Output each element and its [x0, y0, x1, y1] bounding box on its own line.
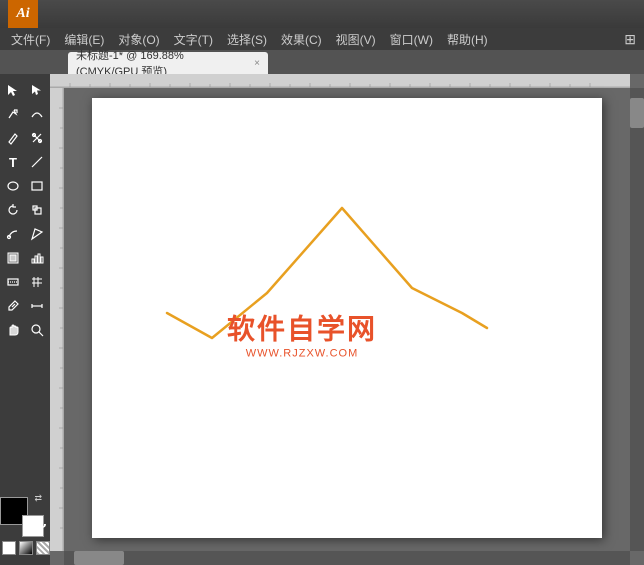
tool-row-6 — [1, 198, 49, 222]
curvature-tool[interactable] — [25, 102, 49, 126]
default-colors-icon[interactable] — [38, 517, 46, 531]
left-toolbar: T — [0, 74, 50, 565]
tool-row-3 — [1, 126, 49, 150]
warp-tool[interactable] — [1, 222, 25, 246]
scissors-tool[interactable] — [25, 126, 49, 150]
type-tool[interactable]: T — [1, 150, 25, 174]
menu-help[interactable]: 帮助(H) — [440, 28, 495, 50]
scrollbar-thumb-h[interactable] — [74, 551, 124, 565]
menu-file[interactable]: 文件(F) — [4, 28, 57, 50]
pen-tool[interactable] — [1, 102, 25, 126]
ellipse-tool[interactable] — [1, 174, 25, 198]
free-transform-tool[interactable] — [25, 222, 49, 246]
artboard: 软件自学网 WWW.RJZXW.COM — [92, 98, 602, 538]
tool-row-11 — [1, 318, 49, 342]
tool-row-2 — [1, 102, 49, 126]
horizontal-ruler — [50, 74, 630, 88]
menu-view[interactable]: 视图(V) — [329, 28, 383, 50]
tool-row-10 — [1, 294, 49, 318]
color-area: ⇄ — [0, 491, 54, 561]
vertical-ruler — [50, 88, 64, 551]
gradient-fill-btn[interactable] — [19, 541, 33, 555]
drawn-path — [167, 208, 487, 338]
rotate-tool[interactable] — [1, 198, 25, 222]
none-color-btn[interactable] — [2, 541, 16, 555]
hand-tool[interactable] — [1, 318, 25, 342]
scrollbar-thumb-v[interactable] — [630, 98, 644, 128]
pencil-tool[interactable] — [1, 126, 25, 150]
zoom-tool[interactable] — [25, 318, 49, 342]
tool-row-1 — [1, 78, 49, 102]
title-bar: Ai — [0, 0, 644, 28]
rectangle-tool[interactable] — [25, 174, 49, 198]
document-tab[interactable]: 未标题-1* @ 169.88% (CMYK/GPU 预览) × — [68, 52, 268, 74]
drawing-canvas — [92, 98, 602, 538]
scale-tool[interactable] — [25, 198, 49, 222]
tool-row-8 — [1, 246, 49, 270]
tab-close-button[interactable]: × — [254, 58, 260, 69]
select-tool[interactable] — [1, 78, 25, 102]
tool-row-7 — [1, 222, 49, 246]
canvas-area[interactable]: 软件自学网 WWW.RJZXW.COM — [50, 74, 644, 565]
line-tool[interactable] — [25, 150, 49, 174]
direct-select-tool[interactable] — [25, 78, 49, 102]
pattern-fill-btn[interactable] — [36, 541, 50, 555]
menu-window[interactable]: 窗口(W) — [383, 28, 440, 50]
tool-row-4: T — [1, 150, 49, 174]
chart-tool[interactable] — [25, 246, 49, 270]
grid-icon: ⊞ — [624, 31, 640, 48]
mesh-tool[interactable] — [25, 270, 49, 294]
tab-bar: 未标题-1* @ 169.88% (CMYK/GPU 预览) × — [0, 50, 644, 74]
horizontal-scrollbar[interactable] — [64, 551, 630, 565]
measure-tool[interactable] — [25, 294, 49, 318]
eyedropper-tool[interactable] — [1, 294, 25, 318]
vertical-scrollbar[interactable] — [630, 88, 644, 551]
swap-colors-icon[interactable]: ⇄ — [34, 493, 42, 504]
menu-effect[interactable]: 效果(C) — [274, 28, 329, 50]
tool-row-9 — [1, 270, 49, 294]
gradient-tool[interactable] — [1, 270, 25, 294]
tool-row-5 — [1, 174, 49, 198]
main-area: T — [0, 74, 644, 565]
symbol-tool[interactable] — [1, 246, 25, 270]
ai-logo: Ai — [8, 0, 38, 28]
